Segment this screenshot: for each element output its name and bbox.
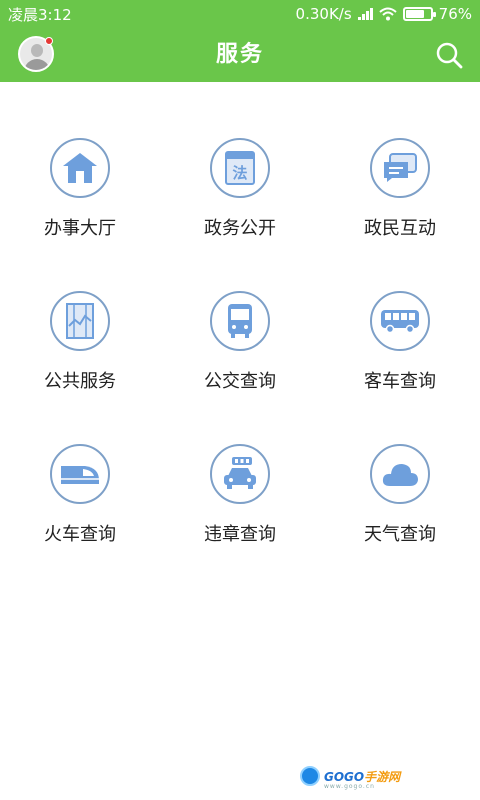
search-icon[interactable]	[434, 40, 464, 70]
service-item-public[interactable]: 公共服务	[0, 235, 160, 392]
service-label: 违章查询	[204, 524, 276, 545]
battery-percent: 76%	[438, 5, 472, 23]
status-indicators: 0.30K/s 76%	[296, 5, 472, 23]
service-item-bus[interactable]: 公交查询	[160, 235, 320, 392]
watermark-domain: www.gogo.cn	[324, 783, 375, 790]
service-label: 天气查询	[364, 524, 436, 545]
house-icon	[50, 138, 110, 198]
app-header: 服务	[0, 28, 480, 82]
service-item-hall[interactable]: 办事大厅	[0, 82, 160, 239]
watermark-icon	[300, 766, 320, 786]
battery-fill	[405, 10, 424, 18]
service-item-train[interactable]: 火车查询	[0, 388, 160, 545]
svg-text:法: 法	[232, 164, 247, 182]
notification-dot	[45, 37, 53, 45]
page-title: 服务	[215, 42, 264, 67]
bus-front-icon	[210, 291, 270, 351]
service-item-coach[interactable]: 客车查询	[320, 235, 480, 392]
service-label: 火车查询	[44, 524, 116, 545]
status-bar: 凌晨3:12 0.30K/s 76%	[0, 0, 480, 28]
signal-icon	[357, 8, 373, 20]
coach-bus-icon	[370, 291, 430, 351]
chart-document-icon	[50, 291, 110, 351]
train-icon	[50, 444, 110, 504]
cloud-icon	[370, 444, 430, 504]
service-item-interaction[interactable]: 政民互动	[320, 82, 480, 239]
service-item-weather[interactable]: 天气查询	[320, 388, 480, 545]
service-item-gov-open[interactable]: 法 政务公开	[160, 82, 320, 239]
chat-bubble-icon	[370, 138, 430, 198]
wifi-icon	[378, 7, 397, 21]
service-item-violation[interactable]: 违章查询	[160, 388, 320, 545]
car-plate-icon	[210, 444, 270, 504]
law-book-icon: 法	[210, 138, 270, 198]
watermark-logo: GOGO手游网 www.gogo.cn	[300, 766, 401, 790]
status-time: 凌晨3:12	[8, 5, 72, 24]
net-speed: 0.30K/s	[295, 5, 352, 23]
battery-icon	[402, 7, 436, 21]
watermark-brand: GOGO手游网	[324, 769, 401, 784]
